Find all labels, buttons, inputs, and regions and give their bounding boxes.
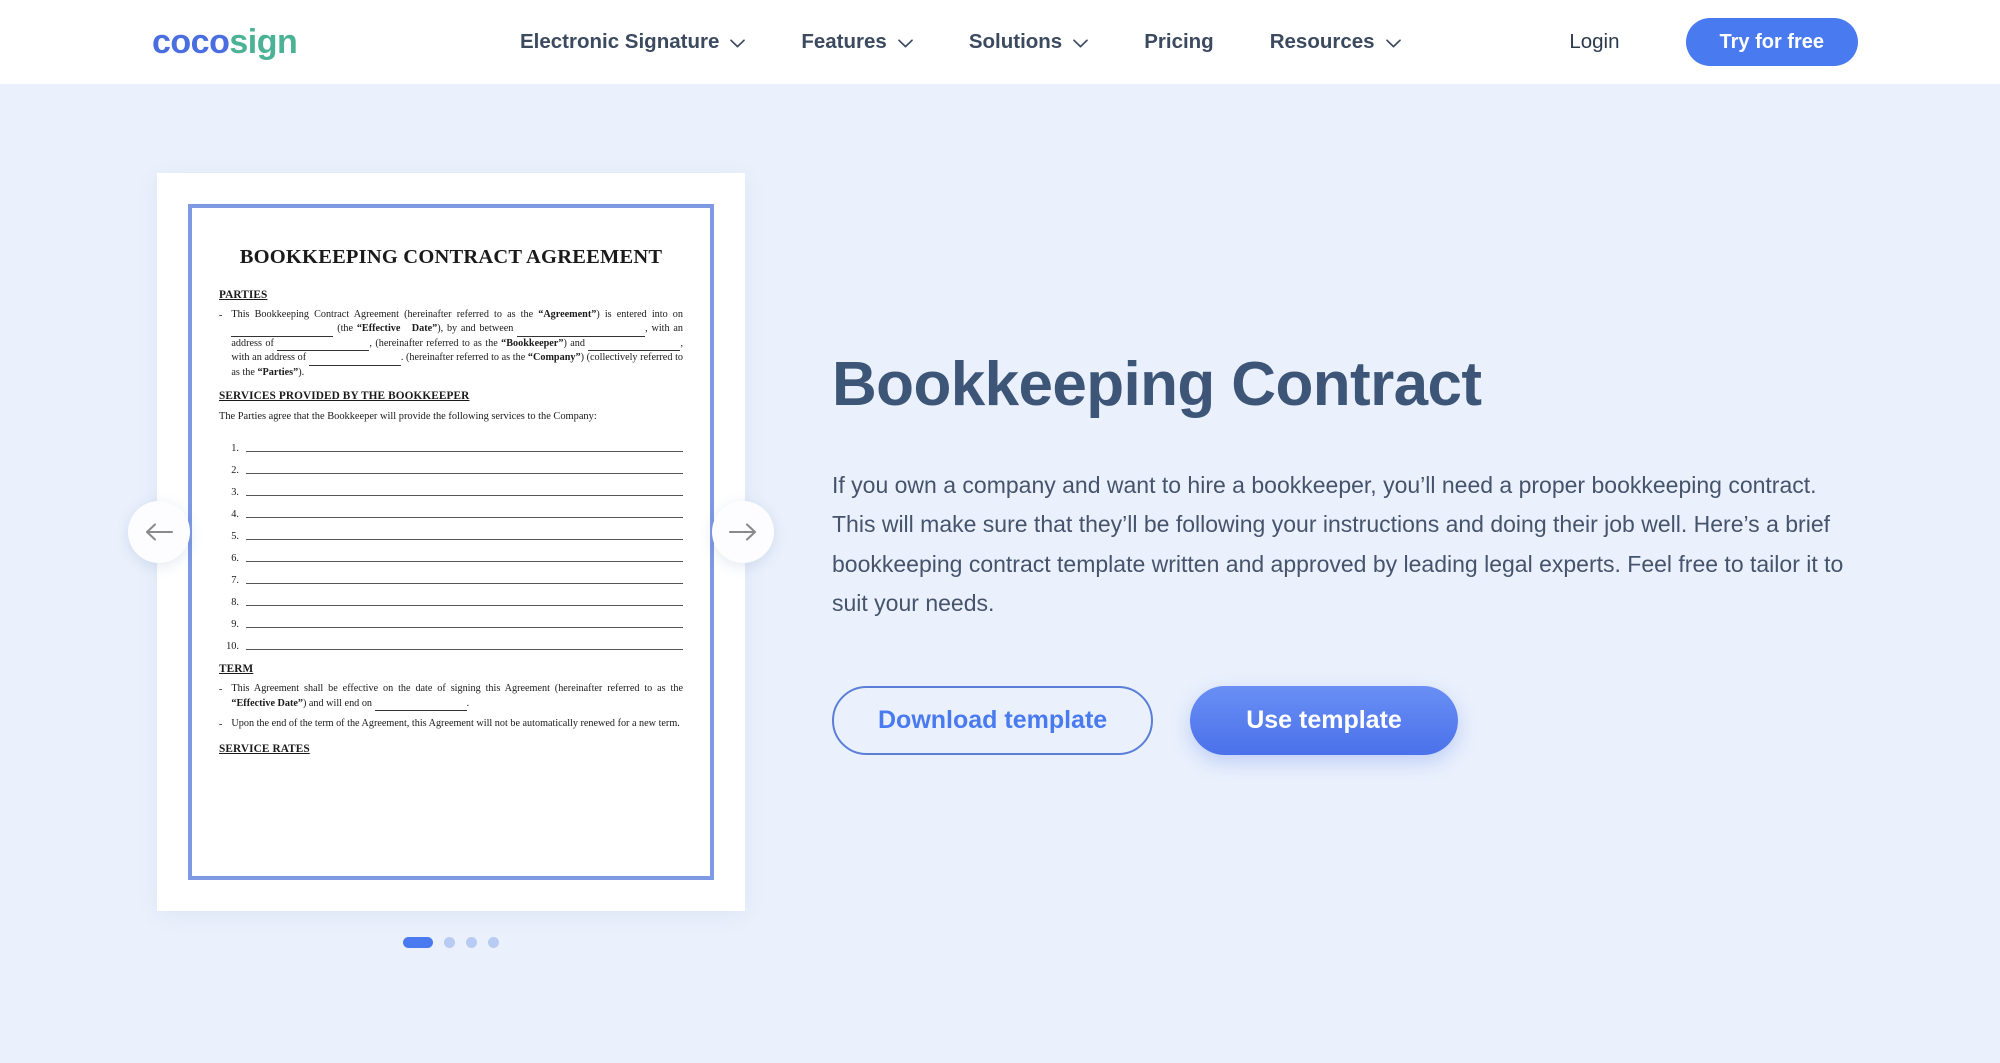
list-item: 6. [219, 543, 683, 565]
list-number: 4. [231, 509, 239, 521]
site-header: cocosign Electronic Signature Features S… [0, 0, 2000, 84]
list-item: 1. [219, 433, 683, 455]
chevron-down-icon [1385, 38, 1401, 48]
bullet-dash: - [219, 309, 223, 321]
document-bullet: - This Agreement shall be effective on t… [219, 682, 683, 712]
carousel-dot-2[interactable] [444, 937, 455, 948]
cocosign-logo[interactable]: cocosign [152, 23, 298, 61]
list-number: 1. [231, 443, 239, 455]
list-item: 7. [219, 565, 683, 587]
list-number: 6. [231, 553, 239, 565]
arrow-left-icon [144, 522, 174, 542]
logo-text-coco: coco [152, 23, 230, 61]
try-for-free-button[interactable]: Try for free [1685, 18, 1858, 66]
nav-item-electronic-signature[interactable]: Electronic Signature [520, 0, 746, 84]
list-number: 3. [231, 487, 239, 499]
list-number: 2. [231, 465, 239, 477]
chevron-down-icon [897, 38, 913, 48]
document-paragraph-term-1: This Agreement shall be effective on the… [231, 682, 683, 712]
template-actions: Download template Use template [832, 685, 1852, 755]
blank-rule [246, 561, 683, 563]
arrow-right-icon [728, 522, 758, 542]
document-heading-term: TERM [219, 663, 254, 676]
document-bullet: - This Bookkeeping Contract Agreement (h… [219, 308, 683, 380]
document-bullet: - Upon the end of the term of the Agreem… [219, 717, 683, 732]
document-section-term: TERM - This Agreement shall be effective… [219, 663, 683, 732]
blank-line [277, 350, 370, 352]
chevron-down-icon [730, 38, 746, 48]
logo-text-sign: sign [229, 23, 298, 61]
page-title: Bookkeeping Contract [832, 350, 1482, 419]
carousel-pagination-dots [157, 937, 745, 948]
document-heading-parties: PARTIES [219, 288, 268, 301]
document-section-parties: PARTIES - This Bookkeeping Contract Agre… [219, 289, 683, 380]
document-heading-service-rates: SERVICE RATES [219, 742, 310, 755]
bullet-dash: - [219, 719, 223, 731]
login-link[interactable]: Login [1569, 30, 1619, 54]
main-navigation: Electronic Signature Features Solutions … [520, 0, 1401, 84]
document-section-services: SERVICES PROVIDED BY THE BOOKKEEPER The … [219, 390, 683, 653]
list-number: 10. [226, 641, 239, 653]
blank-line [588, 350, 681, 352]
document-heading-services: SERVICES PROVIDED BY THE BOOKKEEPER [219, 390, 470, 403]
nav-item-pricing[interactable]: Pricing [1144, 0, 1214, 84]
list-number: 5. [231, 531, 239, 543]
document-paragraph-term-2: Upon the end of the term of the Agreemen… [231, 718, 680, 730]
use-template-button[interactable]: Use template [1190, 685, 1458, 755]
document-paragraph-parties: This Bookkeeping Contract Agreement (her… [231, 308, 684, 378]
list-item: 3. [219, 477, 683, 499]
download-template-button[interactable]: Download template [832, 685, 1154, 755]
document-numbered-blanks: 1. 2. 3. 4. 5. 6. 7. 8. 9. 10. [219, 433, 683, 653]
blank-line [308, 364, 401, 366]
document-content: BOOKKEEPING CONTRACT AGREEMENT PARTIES -… [219, 244, 683, 876]
list-item: 5. [219, 521, 683, 543]
list-item: 4. [219, 499, 683, 521]
nav-label-resources: Resources [1269, 30, 1375, 53]
list-item: 2. [219, 455, 683, 477]
header-actions: Login Try for free [1569, 0, 2000, 84]
blank-rule [246, 451, 683, 453]
nav-item-solutions[interactable]: Solutions [968, 0, 1089, 84]
document-section-service-rates: SERVICE RATES [219, 743, 683, 755]
nav-item-features[interactable]: Features [801, 0, 913, 84]
nav-label-features: Features [801, 30, 887, 53]
blank-rule [246, 473, 683, 475]
list-number: 8. [231, 597, 239, 609]
list-item: 8. [219, 587, 683, 609]
blank-rule [246, 583, 683, 585]
template-preview-card[interactable]: BOOKKEEPING CONTRACT AGREEMENT PARTIES -… [157, 173, 745, 911]
carousel-dot-4[interactable] [488, 937, 499, 948]
nav-label-pricing: Pricing [1144, 30, 1214, 53]
carousel-dot-1[interactable] [403, 937, 433, 948]
chevron-down-icon [1073, 38, 1089, 48]
page-body: BOOKKEEPING CONTRACT AGREEMENT PARTIES -… [0, 84, 2000, 1063]
nav-label-electronic-signature: Electronic Signature [520, 30, 720, 53]
list-number: 9. [231, 619, 239, 631]
list-item: 10. [219, 631, 683, 653]
blank-rule [246, 539, 683, 541]
blank-rule [246, 627, 683, 629]
blank-rule [246, 649, 683, 651]
nav-item-resources[interactable]: Resources [1270, 0, 1401, 84]
blank-line [374, 710, 467, 712]
blank-rule [246, 605, 683, 607]
list-item: 9. [219, 609, 683, 631]
document-frame: BOOKKEEPING CONTRACT AGREEMENT PARTIES -… [188, 204, 714, 880]
document-title: BOOKKEEPING CONTRACT AGREEMENT [239, 246, 663, 268]
bullet-dash: - [219, 684, 223, 696]
blank-line [231, 335, 334, 337]
page-description: If you own a company and want to hire a … [832, 471, 1844, 617]
carousel-dot-3[interactable] [466, 937, 477, 948]
blank-rule [246, 517, 683, 519]
blank-line [517, 335, 646, 337]
carousel-next-arrow-button[interactable] [712, 501, 774, 563]
list-number: 7. [231, 575, 239, 587]
blank-rule [246, 495, 683, 497]
carousel-prev-arrow-button[interactable] [128, 501, 190, 563]
document-lead-services: The Parties agree that the Bookkeeper wi… [219, 411, 597, 423]
template-details: Bookkeeping Contract If you own a compan… [832, 352, 1852, 755]
nav-label-solutions: Solutions [968, 30, 1063, 53]
template-carousel: BOOKKEEPING CONTRACT AGREEMENT PARTIES -… [128, 173, 774, 948]
